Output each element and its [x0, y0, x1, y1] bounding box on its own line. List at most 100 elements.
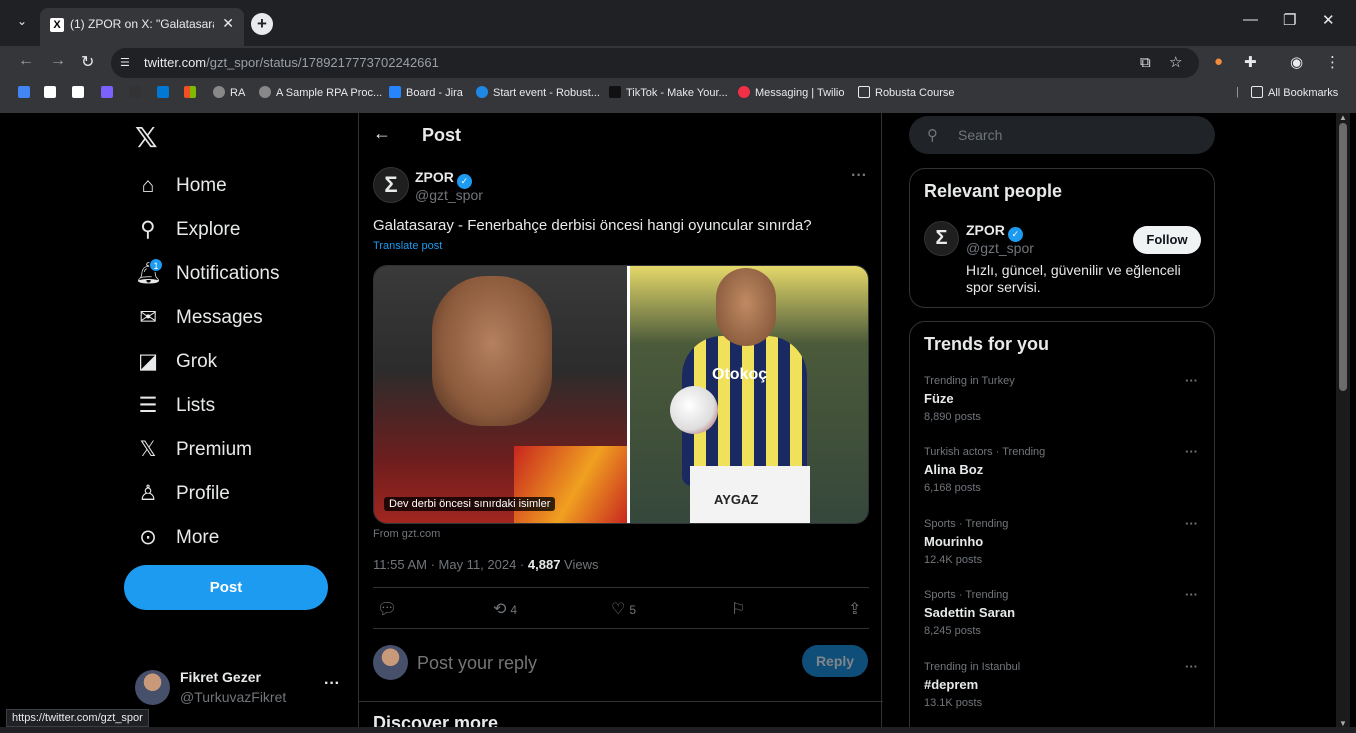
trend-name: Füze: [924, 391, 954, 406]
reply-icon[interactable]: 💬︎: [377, 599, 397, 619]
x-favicon-icon: X: [50, 18, 64, 32]
repost-button[interactable]: ⟲ 4: [493, 599, 517, 619]
trend-more-icon[interactable]: ···: [1185, 444, 1198, 459]
bookmark-x-icon[interactable]: [72, 86, 89, 99]
source-link[interactable]: From gzt.com: [373, 528, 440, 540]
author-name[interactable]: ZPOR ✓: [415, 169, 472, 189]
trend-context: Turkish actors · Trending: [924, 446, 1046, 458]
divider: [359, 701, 883, 702]
close-tab-icon[interactable]: ✕: [222, 15, 234, 32]
relevant-person-name[interactable]: ZPOR ✓: [966, 222, 1023, 242]
window-close-icon[interactable]: ✕: [1322, 11, 1335, 29]
trend-more-icon[interactable]: ···: [1185, 659, 1198, 674]
active-tab[interactable]: X (1) ZPOR on X: "Galatasaray - Fe ✕: [40, 8, 244, 46]
trend-item[interactable]: Sports · Trending Sadettin Saran 8,245 p…: [924, 587, 1204, 649]
relevant-person-bio: Hızlı, güncel, güvenilir ve eğlenceli sp…: [966, 262, 1181, 295]
bookmark-icon-1[interactable]: [18, 86, 35, 99]
author-handle[interactable]: @gzt_spor: [415, 187, 483, 203]
new-tab-button[interactable]: +: [251, 13, 273, 35]
media-right-image: Otokoç AYGAZ: [630, 266, 868, 523]
trend-more-icon[interactable]: ···: [1185, 587, 1198, 602]
bookmark-microsoft-icon[interactable]: [184, 86, 201, 99]
account-name[interactable]: Fikret Gezer: [180, 669, 261, 685]
reload-icon[interactable]: ↻: [81, 52, 94, 72]
trend-posts: 6,168 posts: [924, 482, 981, 494]
trends-card: Trends for you Trending in Turkey Füze 8…: [909, 321, 1215, 733]
bookmark-ra[interactable]: RA: [213, 86, 245, 99]
trend-item[interactable]: Sports · Trending Mourinho 12.4K posts ·…: [924, 516, 1204, 578]
nav-explore-label: Explore: [176, 219, 241, 240]
jersey-sponsor-text: Otokoç: [712, 366, 768, 383]
extension-icon[interactable]: ●: [1214, 53, 1223, 70]
scrollbar-thumb[interactable]: [1339, 123, 1347, 391]
url-text: twitter.com/gzt_spor/status/178921777370…: [144, 55, 439, 70]
address-bar[interactable]: ☰ twitter.com/gzt_spor/status/1789217773…: [111, 48, 1199, 78]
follow-button[interactable]: Follow: [1133, 226, 1201, 254]
search-box[interactable]: ⚲ Search: [909, 116, 1215, 154]
tab-search-chevron-icon[interactable]: ⌄: [17, 14, 27, 28]
bookmark-icon-4[interactable]: [101, 86, 118, 99]
back-arrow-icon[interactable]: ←: [373, 123, 391, 144]
nav-more-label: More: [176, 527, 220, 548]
x-logo-icon[interactable]: 𝕏: [135, 121, 158, 154]
repost-icon: ⟲: [493, 601, 507, 618]
bookmark-icon-2[interactable]: [44, 86, 61, 99]
page-scrollbar[interactable]: ▲ ▼: [1336, 113, 1350, 733]
scroll-up-icon[interactable]: ▲: [1339, 113, 1347, 122]
relevant-person-avatar[interactable]: Ʃ: [924, 221, 959, 256]
trend-item[interactable]: Turkish actors · Trending Alina Boz 6,16…: [924, 444, 1204, 506]
trend-posts: 8,245 posts: [924, 625, 981, 637]
account-handle[interactable]: @TurkuvazFikret: [180, 689, 286, 705]
trend-more-icon[interactable]: ···: [1185, 373, 1198, 388]
bookmark-icon[interactable]: ⚐: [731, 599, 745, 619]
site-info-icon[interactable]: ☰: [120, 56, 134, 70]
media-left-image: [374, 266, 627, 523]
translate-post-link[interactable]: Translate post: [373, 240, 442, 252]
bookmark-jira[interactable]: Board - Jira: [389, 86, 463, 99]
post-more-icon[interactable]: ···: [851, 167, 867, 185]
divider: [373, 587, 869, 588]
relevant-person-handle[interactable]: @gzt_spor: [966, 240, 1034, 256]
more-circle-icon: ⊙: [139, 526, 157, 549]
trend-posts: 12.4K posts: [924, 554, 983, 566]
extensions-puzzle-icon[interactable]: ✚: [1244, 53, 1257, 71]
relevant-people-card: Relevant people Ʃ ZPOR ✓ @gzt_spor Follow…: [909, 168, 1215, 308]
bookmark-rpa[interactable]: A Sample RPA Proc...: [259, 86, 382, 99]
bookmarks-divider: |: [1236, 86, 1239, 98]
account-avatar[interactable]: [135, 670, 170, 705]
bookmark-tiktok[interactable]: TikTok - Make Your...: [609, 86, 728, 99]
account-more-icon[interactable]: ···: [324, 675, 340, 693]
forward-icon[interactable]: →: [50, 52, 66, 70]
trend-item[interactable]: Trending in Istanbul #deprem 13.1K posts…: [924, 659, 1204, 721]
trend-context: Sports · Trending: [924, 589, 1009, 601]
browser-menu-icon[interactable]: ⋮: [1325, 53, 1340, 71]
profile-avatar-icon[interactable]: ◉: [1290, 53, 1303, 71]
share-icon[interactable]: ⇪: [848, 599, 861, 619]
bookmark-twilio[interactable]: Messaging | Twilio: [738, 86, 844, 99]
author-avatar[interactable]: Ʃ: [373, 167, 409, 203]
trend-more-icon[interactable]: ···: [1185, 516, 1198, 531]
reply-button[interactable]: Reply: [802, 645, 868, 677]
twitter-page: 𝕏 ⌂ Home ⚲ Explore 🔔︎ 1 Notifications ✉ …: [6, 113, 1336, 733]
restore-icon[interactable]: ❐: [1283, 11, 1296, 29]
post-media-card[interactable]: Otokoç AYGAZ Dev derbi öncesi sınırdaki …: [373, 265, 869, 524]
install-app-icon[interactable]: ⧉: [1140, 54, 1151, 71]
trends-title: Trends for you: [924, 334, 1050, 354]
trend-context: Sports · Trending: [924, 518, 1009, 530]
minimize-icon[interactable]: —: [1243, 11, 1258, 28]
bookmark-robusta[interactable]: Start event - Robust...: [476, 86, 600, 99]
bookmark-folder-robusta[interactable]: Robusta Course: [858, 86, 955, 99]
bookmark-outlook-icon[interactable]: [157, 86, 174, 99]
reply-input[interactable]: [417, 651, 777, 675]
like-button[interactable]: ♡ 5: [611, 599, 636, 619]
trend-context: Trending in Istanbul: [924, 661, 1021, 673]
trend-item[interactable]: Trending in Turkey Füze 8,890 posts ···: [924, 373, 1204, 435]
nav-grok-label: Grok: [176, 351, 218, 372]
tab-strip: ⌄ X (1) ZPOR on X: "Galatasaray - Fe ✕ +…: [0, 0, 1356, 46]
nav-messages-label: Messages: [176, 307, 263, 328]
bookmark-star-icon[interactable]: ☆: [1169, 53, 1182, 71]
post-button[interactable]: Post: [124, 565, 328, 610]
all-bookmarks[interactable]: All Bookmarks: [1251, 86, 1338, 99]
back-icon[interactable]: ←: [18, 52, 34, 70]
bookmark-github-icon[interactable]: [129, 86, 146, 99]
